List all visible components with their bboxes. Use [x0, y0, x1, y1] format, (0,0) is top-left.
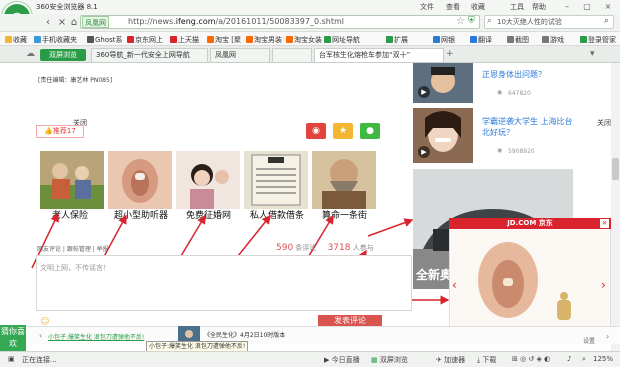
news-close-icon[interactable]: ›: [606, 332, 609, 341]
sidebar-item-1-views: 647820: [508, 90, 531, 97]
sidebar-item-2-text[interactable]: 学霸逆袭大学生 上海比台北好玩？: [482, 116, 578, 138]
car-ad-text: 全新奥: [416, 268, 453, 282]
status-accelerator[interactable]: ✈ 加速器: [436, 355, 465, 365]
guess-you-like-badge[interactable]: 猜你喜欢: [0, 325, 26, 351]
volume-icon[interactable]: ♪: [567, 355, 571, 363]
settings-link[interactable]: 设置: [583, 336, 595, 345]
sidebar-item-1-text[interactable]: 正恩身体出问题？: [482, 69, 546, 80]
ad-next-icon[interactable]: ›: [601, 278, 606, 292]
news-link[interactable]: 小包子:爆笑生化 浪包刀遭弹他不反!: [48, 332, 144, 341]
news-right-text[interactable]: 《全民生化》4月2日10时版本: [204, 330, 285, 339]
comment-stats: 590 条评论 3718 人参与: [276, 243, 374, 253]
scrollbar-thumb[interactable]: [612, 158, 619, 180]
play-icon-2[interactable]: ▶: [418, 146, 430, 158]
scrollbar[interactable]: [611, 63, 620, 351]
play-icon[interactable]: ▶: [418, 86, 430, 98]
live-icon: ▶: [324, 356, 332, 364]
status-download[interactable]: ⤓ 下载: [477, 355, 496, 365]
views-icon-1: ◉: [497, 89, 503, 96]
sidebar-item-2-views: 5908920: [508, 148, 535, 155]
status-live[interactable]: ▶ 今日直播: [324, 355, 360, 365]
jd-ad-close-button[interactable]: ×: [600, 219, 609, 228]
status-text: 正在连接...: [22, 356, 57, 364]
zoom-icon[interactable]: ⌕: [582, 355, 586, 364]
comment-placeholder: 文明上网，不传谣言！: [40, 264, 110, 272]
ad-prev-icon[interactable]: ‹: [452, 278, 457, 292]
status-icons[interactable]: ⊞ ◎ ↺ ◈ ◐: [512, 355, 550, 363]
status-dual-view[interactable]: ▦ 双屏浏览: [371, 355, 408, 365]
news-prev-icon[interactable]: ‹: [39, 331, 42, 340]
views-icon-2: ◉: [497, 147, 503, 154]
dual-view-icon: ▦: [371, 356, 380, 364]
jd-ad-header: JD.COM 京东: [449, 218, 611, 229]
news-thumb[interactable]: [178, 326, 200, 342]
comment-links[interactable]: 网友评论 | 跟帖管理 | 举报: [37, 244, 109, 253]
status-monitor-icon: ▣: [8, 355, 15, 363]
jd-ad-image[interactable]: [451, 230, 609, 330]
accelerator-icon: ✈: [436, 356, 445, 364]
zoom-level[interactable]: 125%: [593, 355, 613, 363]
